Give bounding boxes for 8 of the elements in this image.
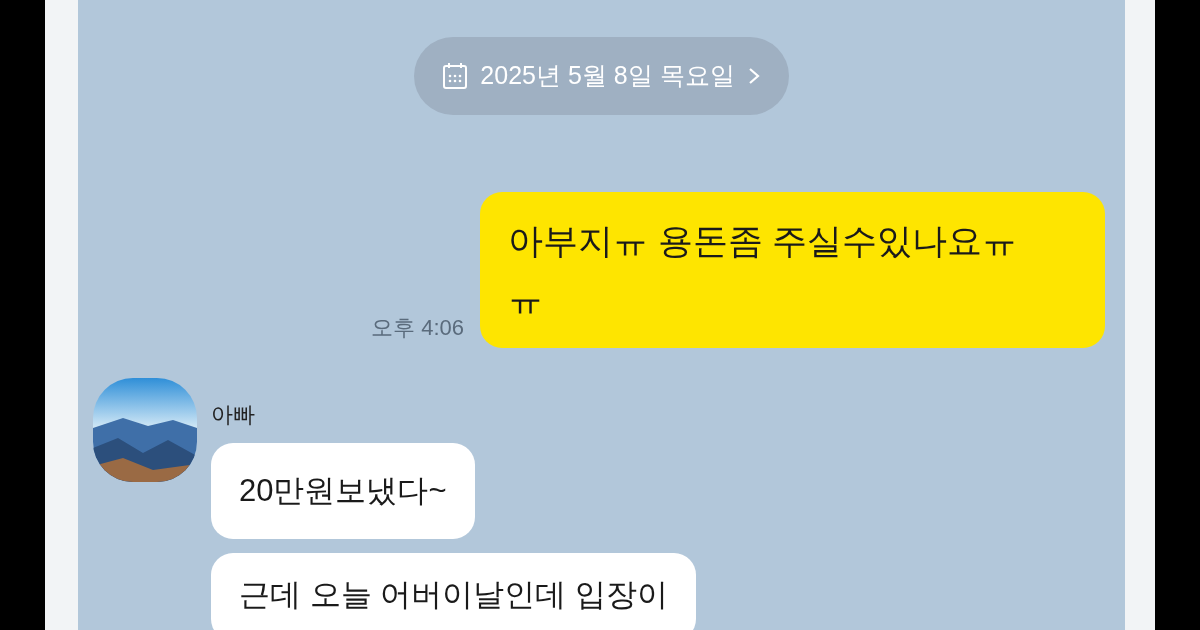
received-message-bubble: 20만원보냈다~ <box>211 443 475 539</box>
calendar-icon <box>442 62 469 90</box>
received-message-bubble: 근데 오늘 어버이날인데 입장이 <box>211 553 696 630</box>
sent-message-bubble: 아부지ㅠ 용돈좀 주실수있나요ㅠㅠ <box>480 192 1105 348</box>
date-text: 2025년 5월 8일 목요일 <box>480 60 735 92</box>
landscape-avatar[interactable] <box>93 378 197 482</box>
message-time: 오후 4:06 <box>371 314 464 342</box>
sender-name: 아빠 <box>211 401 255 429</box>
